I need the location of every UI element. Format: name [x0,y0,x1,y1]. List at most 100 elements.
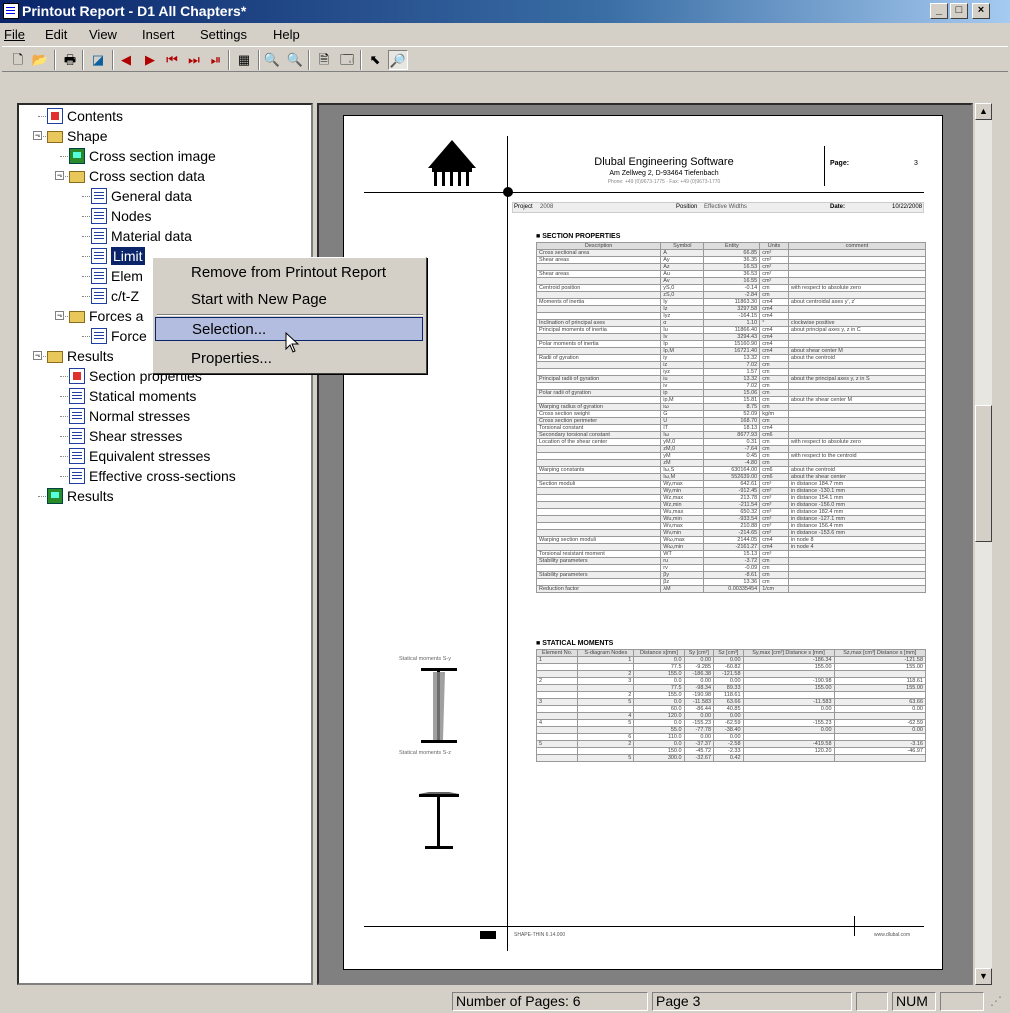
properties-icon[interactable]: 🗎 [314,50,334,70]
table-cell: -121.58 [833,656,927,664]
table-cell: 168.70 [703,417,761,425]
menu-view[interactable]: View [89,27,117,42]
table-row: 55.0 -77.78 -38.40 0.00 0.00 [535,726,927,734]
maximize-button[interactable]: □ [950,3,968,19]
table-cell: α [660,319,705,327]
title-bar[interactable]: Printout Report - D1 All Chapters* _ □ × [0,0,1010,23]
table-cell [535,263,662,271]
last-page-icon[interactable]: ⏭ [184,50,204,70]
app-icon [3,3,19,19]
table-cell: 16.55 [703,277,761,285]
table-cell: 120.20 [742,747,835,755]
table-cell: 0.00 [683,712,715,720]
table-cell: -186.34 [742,656,835,664]
table-cell [535,754,579,762]
report-page: Dlubal Engineering Software Am Zellweg 2… [343,115,943,970]
project-label: Project [514,204,533,210]
footer-software: SHAPE-THIN 6.14.000 [514,932,566,938]
table-row: ip,M 15.81 cm about the shear center M [535,396,927,404]
table-cell: 6 [577,733,635,741]
table-cell: Iω [660,431,705,439]
goto-page-icon[interactable]: ⏯ [206,50,226,70]
remove-from-report-menu-item[interactable]: Remove from Printout Report [155,261,423,285]
table-cell: cm [759,403,789,411]
table-cell: 13.32 [703,375,761,383]
edit-icon[interactable]: ◪ [88,50,108,70]
table-cell: 40.85 [713,705,744,713]
print-icon[interactable]: 🖶 [60,50,80,70]
tree-connector [38,496,46,497]
table-header: Sy,max [cm³] Distance s [mm] [742,649,835,657]
tree-connector [82,276,90,277]
header-icon[interactable]: 🗔 [337,50,357,70]
table-cell [535,663,579,671]
zoom-in-icon[interactable]: 🔍 [262,50,282,70]
table-cell [787,550,927,558]
table-header: comment [787,242,927,250]
table-cell: -155.23 [742,719,835,727]
preview-icon[interactable]: 🔎 [388,50,408,70]
table-cell: with respect to absolute zero [787,438,927,446]
table-cell [787,368,927,376]
table-cell: rv [660,564,705,572]
tree-item-label: Equivalent stresses [89,448,211,464]
table-row: Cross sectional area A 66.85 cm² [535,249,927,257]
menu-edit[interactable]: Edit [45,27,67,42]
table-header: Symbol [660,242,705,250]
scroll-up-button[interactable]: ▲ [975,103,992,120]
table-cell: Wω,min [660,543,705,551]
table-cell [787,312,927,320]
table-cell: cm4 [759,340,789,348]
table-cell: cm³ [759,550,789,558]
table-cell [577,747,635,755]
pages-view-icon[interactable]: ▦ [234,50,254,70]
table-row: rv -0.09 cm [535,564,927,572]
table-cell: -2.84 [703,291,761,299]
table-row: Iyz -164.15 cm4 [535,312,927,320]
zoom-out-icon[interactable]: 🔍 [285,50,305,70]
table-cell [787,305,927,313]
scroll-down-button[interactable]: ▼ [975,968,992,985]
new-icon[interactable]: 🗋 [8,50,28,70]
select-icon[interactable]: ⬉ [365,50,385,70]
table-cell [787,270,927,278]
table-cell [535,670,579,678]
close-button[interactable]: × [972,3,990,19]
table-row: Secondary torsional constant Iω 8677.93 cm6 [535,431,927,439]
table-row: 4 5 0.0 -155.23 -62.59 -155.23 -62.59 [535,719,927,727]
table-cell: 0.0 [633,719,685,727]
table-cell: cm4 [759,298,789,306]
open-icon[interactable]: 📂 [30,50,50,70]
table-cell [535,733,579,741]
menu-file[interactable]: File [4,27,25,42]
table-row: Warping radius of gyration iω 8.75 cm [535,403,927,411]
table-cell: WT [660,550,705,558]
menu-help[interactable]: Help [273,27,300,42]
section-properties-table: Description Symbol Entity Units comment Cross… [535,242,927,593]
table-cell: -933.54 [703,515,761,523]
table-cell: 0.0 [633,740,685,748]
table-cell: -0.09 [703,564,761,572]
next-page-icon[interactable]: ▶ [140,50,160,70]
menu-insert[interactable]: Insert [142,27,175,42]
start-new-page-menu-item[interactable]: Start with New Page [155,288,423,312]
table-cell [535,747,579,755]
table-cell: -0.14 [703,284,761,292]
previous-page-icon[interactable]: ◀ [116,50,136,70]
table-cell: Wy,max [660,480,705,488]
project-value: 2008 [540,204,554,210]
preview-scrollbar[interactable]: ▲ ▼ [975,103,992,985]
tree-connector [82,336,90,337]
scroll-thumb[interactable] [975,405,992,542]
table-cell: λM [660,585,705,593]
table-row: zS,0 -2.84 cm [535,291,927,299]
minimize-button[interactable]: _ [930,3,948,19]
table-cell: cm² [759,270,789,278]
resize-grip-icon[interactable]: ⋰ [990,994,1002,1008]
table-cell: 52.09 [703,410,761,418]
table-cell: 0.00 [713,733,744,741]
tree-item-label: Material data [111,228,192,244]
menu-settings[interactable]: Settings [200,27,247,42]
first-page-icon[interactable]: ⏮ [162,50,182,70]
table-cell: Wz,max [660,494,705,502]
